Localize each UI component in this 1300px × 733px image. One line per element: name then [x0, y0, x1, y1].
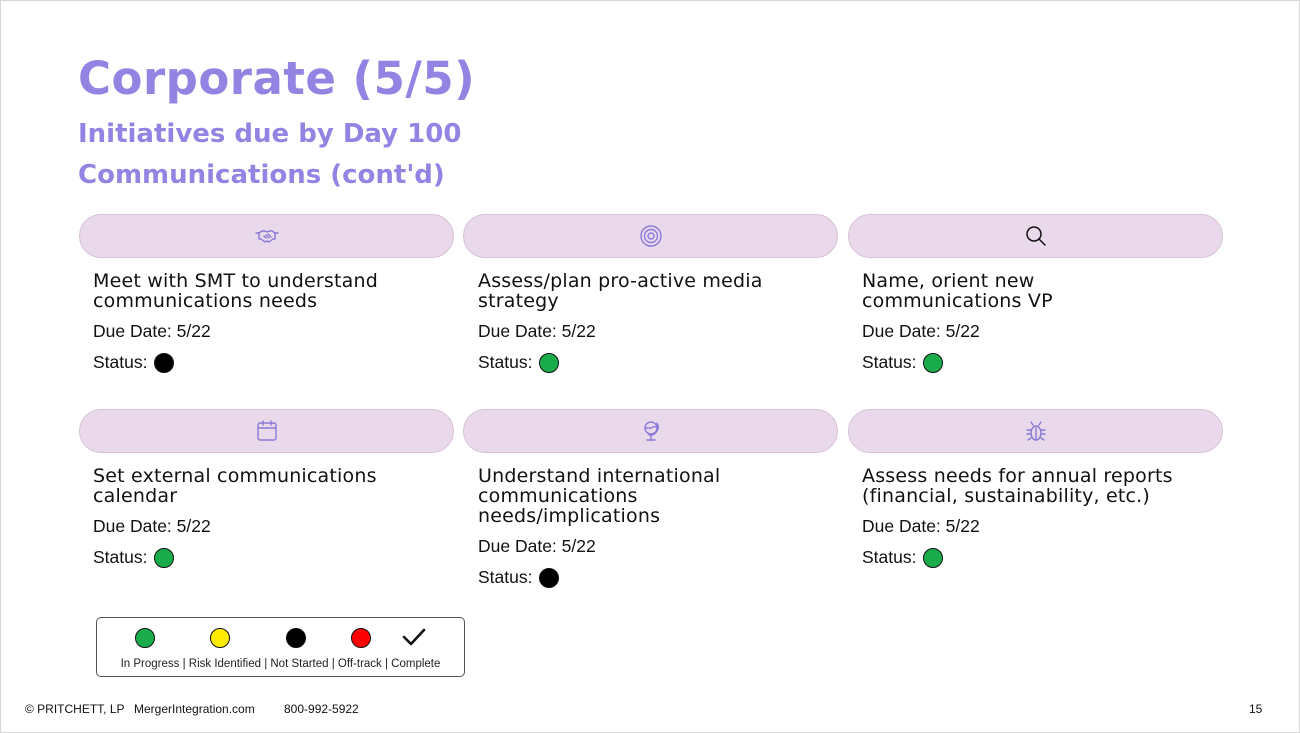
due-date: Due Date: 5/22 — [478, 321, 596, 341]
footer-copyright: © PRITCHETT, LP — [25, 702, 125, 716]
card-header-6 — [848, 409, 1223, 453]
status-in-progress-dot — [923, 352, 944, 373]
card-2: Assess/plan pro-active media strategy Du… — [478, 271, 808, 373]
card-header-4 — [79, 409, 454, 453]
due-date: Due Date: 5/22 — [93, 321, 211, 341]
globe-icon — [643, 421, 659, 441]
section-subtitle: Communications (cont'd) — [78, 160, 445, 190]
card-title: Understand international communications … — [478, 465, 721, 527]
status-label: Status: — [862, 352, 917, 372]
status-row: Status: — [862, 547, 1192, 568]
status-in-progress-dot — [154, 547, 175, 568]
legend-in-progress-dot — [135, 628, 155, 648]
target-icon — [639, 225, 662, 247]
card-header-2 — [463, 214, 838, 258]
card-title: Meet with SMT to understand communicatio… — [93, 270, 378, 312]
card-5: Understand international communications … — [478, 466, 808, 588]
legend-risk-identified-dot — [210, 628, 230, 648]
page-number: 15 — [1249, 702, 1263, 716]
status-row: Status: — [862, 352, 1192, 373]
card-title: Name, orient new communications VP — [862, 270, 1053, 312]
status-label: Status: — [862, 547, 917, 567]
legend-labels: In Progress | Risk Identified | Not Star… — [120, 658, 441, 670]
bug-icon — [1025, 421, 1046, 441]
page-subtitle: Initiatives due by Day 100 — [78, 119, 462, 149]
due-date: Due Date: 5/22 — [862, 321, 980, 341]
page-title: Corporate (5/5) — [78, 52, 476, 105]
status-label: Status: — [93, 352, 148, 372]
status-row: Status: — [478, 352, 808, 373]
due-date: Due Date: 5/22 — [93, 516, 211, 536]
footer-phone: 800-992-5922 — [284, 702, 359, 716]
card-header-5 — [463, 409, 838, 453]
due-date: Due Date: 5/22 — [478, 536, 596, 556]
status-label: Status: — [478, 352, 533, 372]
due-date: Due Date: 5/22 — [862, 516, 980, 536]
status-legend: In Progress | Risk Identified | Not Star… — [96, 617, 465, 677]
card-1: Meet with SMT to understand communicatio… — [93, 271, 423, 373]
card-header-1 — [79, 214, 454, 258]
status-row: Status: — [93, 352, 423, 373]
status-label: Status: — [478, 567, 533, 587]
status-not-started-dot — [154, 352, 175, 373]
card-6: Assess needs for annual reports (financi… — [862, 466, 1192, 568]
card-title: Set external communications calendar — [93, 465, 377, 507]
card-title: Assess/plan pro-active media strategy — [478, 270, 763, 312]
status-not-started-dot — [539, 567, 560, 588]
status-row: Status: — [478, 567, 808, 588]
legend-off-track-dot — [351, 628, 371, 648]
status-label: Status: — [93, 547, 148, 567]
legend-not-started-dot — [286, 628, 306, 648]
checkmark-icon — [402, 628, 426, 646]
search-icon — [1025, 226, 1046, 246]
handshake-icon — [254, 230, 279, 243]
card-4: Set external communications calendar Due… — [93, 466, 423, 568]
card-header-3 — [848, 214, 1223, 258]
footer-website: MergerIntegration.com — [134, 702, 255, 716]
status-in-progress-dot — [923, 547, 944, 568]
card-title: Assess needs for annual reports (financi… — [862, 465, 1173, 507]
status-row: Status: — [93, 547, 423, 568]
card-3: Name, orient new communications VP Due D… — [862, 271, 1192, 373]
calendar-icon — [256, 420, 277, 441]
status-in-progress-dot — [539, 352, 560, 373]
